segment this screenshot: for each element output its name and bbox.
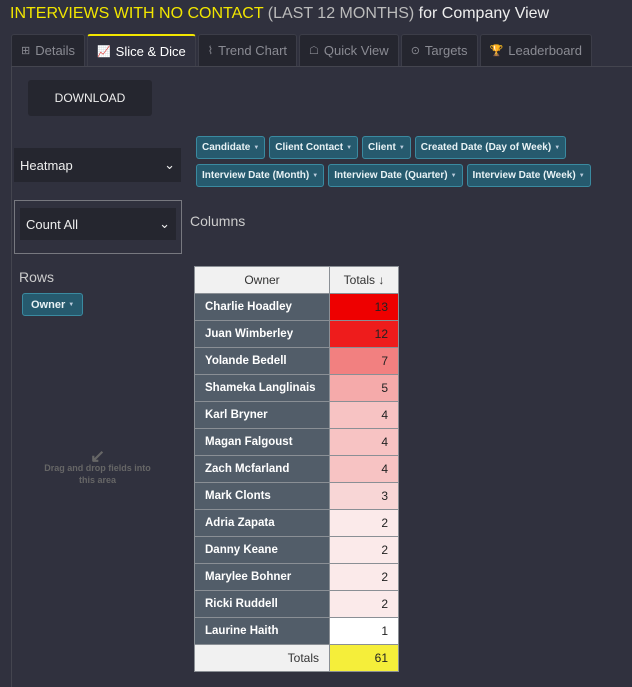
owner-name: Shameka Langlinais [194,374,330,402]
caret-down-icon: ▼ [578,172,585,179]
tab-bar: ⊞ Details 📈 Slice & Dice ⌇ Trend Chart ☖ Quick … [11,34,592,66]
tab-trend-chart[interactable]: ⌇ Trend Chart [197,34,298,66]
field-pill[interactable]: Interview Date (Month) ▼ [196,164,325,187]
table-row: Ricki Ruddell 2 [194,590,399,618]
header-owner: Owner [194,266,330,294]
total-cell[interactable]: 2 [329,590,399,618]
table-row: Yolande Bedell 7 [194,347,399,375]
line-chart-icon: ⌇ [207,45,214,57]
totals-label: Totals [194,644,330,672]
field-pill[interactable]: Interview Date (Week) ▼ [466,164,591,187]
tab-slice-dice[interactable]: 📈 Slice & Dice [86,34,196,66]
total-cell[interactable]: 2 [329,509,399,537]
grand-total: 61 [329,644,399,672]
owner-name: Mark Clonts [194,482,330,510]
owner-name: Yolande Bedell [194,347,330,375]
total-cell[interactable]: 3 [329,482,399,510]
unused-fields-row: Interview Date (Month) ▼ Interview Date (Q… [196,164,628,187]
row-field-owner[interactable]: Owner ▼ [22,293,84,316]
tab-quick-view[interactable]: ☖ Quick View [299,34,399,66]
renderer-select[interactable]: Heatmap ⌄ [14,148,181,182]
sitemap-icon: ☖ [309,45,319,57]
total-cell[interactable]: 7 [329,347,399,375]
tab-leaderboard[interactable]: 🏆 Leaderboard [479,34,592,66]
caret-down-icon: ▼ [398,144,405,151]
owner-name: Charlie Hoadley [194,293,330,321]
header-totals[interactable]: Totals ↓ [329,266,399,294]
table-row: Marylee Bohner 2 [194,563,399,591]
target-icon: ⊙ [410,45,420,57]
drop-hint: ↙ Drag and drop fields into this area [40,446,155,486]
total-cell[interactable]: 5 [329,374,399,402]
total-cell[interactable]: 2 [329,563,399,591]
owner-name: Laurine Haith [194,617,330,645]
page-title: INTERVIEWS WITH NO CONTACT (LAST 12 MONT… [10,5,550,22]
aggregator-select[interactable]: Count All ⌄ [20,208,176,240]
chevron-down-icon: ⌄ [159,216,170,231]
table-row: Charlie Hoadley 13 [194,293,399,321]
owner-name: Karl Bryner [194,401,330,429]
caret-down-icon: ▼ [450,172,457,179]
caret-down-icon: ▼ [312,172,319,179]
owner-name: Magan Falgoust [194,428,330,456]
field-pill[interactable]: Interview Date (Quarter) ▼ [328,164,463,187]
download-button[interactable]: DOWNLOAD [28,80,152,116]
table-icon: ⊞ [21,45,31,57]
columns-label: Columns [190,213,246,229]
arrow-icon: ↙ [89,446,106,466]
tab-targets[interactable]: ⊙ Targets [400,34,478,66]
owner-name: Ricki Ruddell [194,590,330,618]
owner-name: Adria Zapata [194,509,330,537]
total-cell[interactable]: 4 [329,428,399,456]
table-row: Magan Falgoust 4 [194,428,399,456]
table-row: Zach Mcfarland 4 [194,455,399,483]
caret-down-icon: ▼ [68,301,75,308]
table-row: Laurine Haith 1 [194,617,399,645]
trophy-icon: 🏆 [489,45,504,57]
total-cell[interactable]: 4 [329,455,399,483]
field-pill[interactable]: Client ▼ [362,136,411,159]
table-row: Mark Clonts 3 [194,482,399,510]
unused-fields-row: Candidate ▼ Client Contact ▼ Client ▼ Created … [196,136,628,159]
field-pill[interactable]: Created Date (Day of Week) ▼ [414,136,567,159]
chevron-down-icon: ⌄ [164,157,175,172]
table-row: Danny Keane 2 [194,536,399,564]
owner-name: Danny Keane [194,536,330,564]
caret-down-icon: ▼ [346,144,353,151]
field-pill[interactable]: Candidate ▼ [196,136,266,159]
caret-down-icon: ▼ [554,144,561,151]
owner-name: Zach Mcfarland [194,455,330,483]
total-cell[interactable]: 4 [329,401,399,429]
total-cell[interactable]: 2 [329,536,399,564]
owner-name: Marylee Bohner [194,563,330,591]
pivot-table: Owner Totals ↓ Charlie Hoadley 13 Juan Wimb… [194,266,399,672]
total-cell[interactable]: 1 [329,617,399,645]
table-row: Adria Zapata 2 [194,509,399,537]
owner-name: Juan Wimberley [194,320,330,348]
tab-details[interactable]: ⊞ Details [11,34,85,66]
caret-down-icon: ▼ [253,144,260,151]
table-row: Shameka Langlinais 5 [194,374,399,402]
chart-icon: 📈 [96,45,111,58]
field-pill[interactable]: Client Contact ▼ [269,136,359,159]
total-cell[interactable]: 12 [329,320,399,348]
table-row: Karl Bryner 4 [194,401,399,429]
rows-label: Rows [19,269,55,285]
total-cell[interactable]: 13 [329,293,399,321]
table-row: Juan Wimberley 12 [194,320,399,348]
